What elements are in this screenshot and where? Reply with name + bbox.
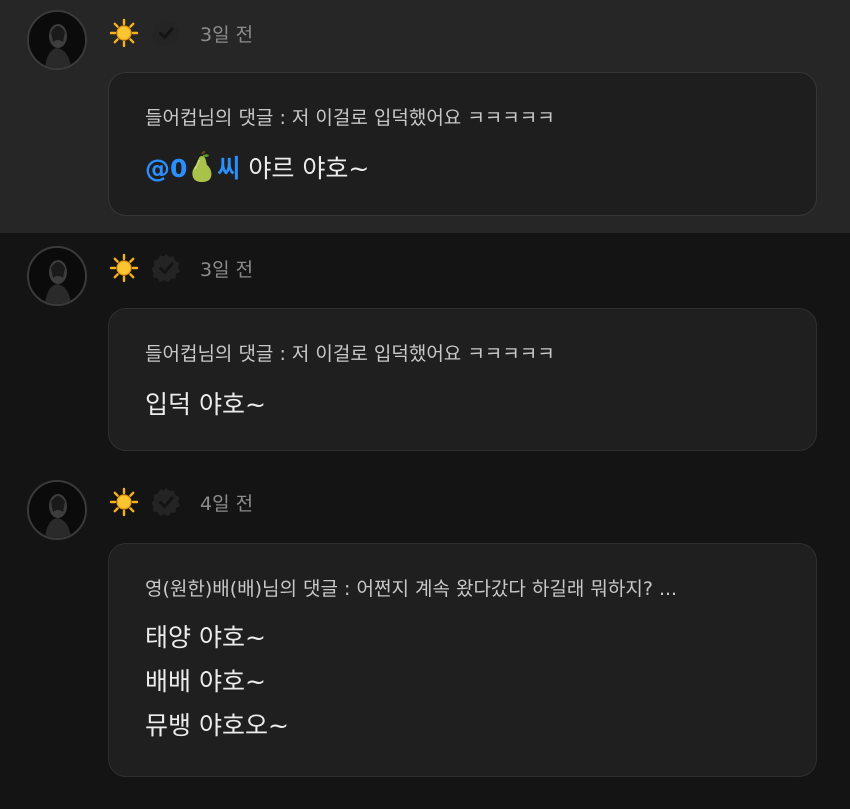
avatar[interactable] [27, 246, 87, 306]
comment-timestamp: 3일 전 [200, 23, 254, 46]
comment-meta: 3일 전 [108, 252, 253, 284]
comment-meta: 4일 전 [108, 486, 253, 518]
sun-icon [108, 486, 140, 518]
comment-item: 4일 전 영(원한)배(배)님의 댓글 : 어쩐지 계속 왔다갔다 하길래 뭐하… [0, 470, 850, 809]
mention-text-prefix: @0 [145, 154, 188, 183]
comment-feed: 3일 전 들어컵님의 댓글 : 저 이걸로 입덕했어요 ㅋㅋㅋㅋㅋ @0 씨 야르… [0, 0, 850, 809]
avatar[interactable] [27, 10, 87, 70]
reply-reference[interactable]: 들어컵님의 댓글 : 저 이걸로 입덕했어요 ㅋㅋㅋㅋㅋ [145, 339, 555, 366]
comment-line: 뮤뱅 야호오~ [145, 711, 289, 740]
comment-line: 입덕 야호~ [145, 390, 266, 419]
comment-bubble[interactable]: 들어컵님의 댓글 : 저 이걸로 입덕했어요 ㅋㅋㅋㅋㅋ 입덕 야호~ [108, 308, 817, 451]
comment-meta: 3일 전 [108, 17, 253, 49]
comment-bubble[interactable]: 영(원한)배(배)님의 댓글 : 어쩐지 계속 왔다갔다 하길래 뭐하지? ..… [108, 543, 817, 777]
comment-text: 입덕 야호~ [145, 383, 266, 427]
avatar-photo [29, 482, 85, 538]
pear-icon [188, 150, 216, 197]
comment-line: 배배 야호~ [145, 667, 266, 696]
comment-text: @0 씨 야르 야호~ [145, 147, 369, 197]
sun-icon [108, 17, 140, 49]
avatar-photo [29, 248, 85, 304]
sun-icon [108, 252, 140, 284]
mention-link[interactable]: @0 씨 [145, 150, 241, 183]
comment-line: 야르 야호~ [248, 154, 370, 183]
reply-reference[interactable]: 들어컵님의 댓글 : 저 이걸로 입덕했어요 ㅋㅋㅋㅋㅋ [145, 103, 555, 130]
comment-item: 3일 전 들어컵님의 댓글 : 저 이걸로 입덕했어요 ㅋㅋㅋㅋㅋ 입덕 야호~ [0, 233, 850, 470]
avatar-photo [29, 12, 85, 68]
comment-item: 3일 전 들어컵님의 댓글 : 저 이걸로 입덕했어요 ㅋㅋㅋㅋㅋ @0 씨 야르… [0, 0, 850, 233]
comment-text: 태양 야호~ 배배 야호~ 뮤뱅 야호오~ [145, 616, 289, 748]
reply-reference[interactable]: 영(원한)배(배)님의 댓글 : 어쩐지 계속 왔다갔다 하길래 뭐하지? ..… [145, 574, 677, 601]
mention-text-suffix: 씨 [217, 154, 241, 183]
comment-line: 태양 야호~ [145, 623, 266, 652]
comment-bubble[interactable]: 들어컵님의 댓글 : 저 이걸로 입덕했어요 ㅋㅋㅋㅋㅋ @0 씨 야르 야호~ [108, 72, 817, 216]
comment-timestamp: 3일 전 [200, 258, 254, 281]
verified-check-icon [150, 17, 182, 49]
verified-check-icon [150, 486, 182, 518]
avatar[interactable] [27, 480, 87, 540]
comment-timestamp: 4일 전 [200, 492, 254, 515]
verified-check-icon [150, 252, 182, 284]
